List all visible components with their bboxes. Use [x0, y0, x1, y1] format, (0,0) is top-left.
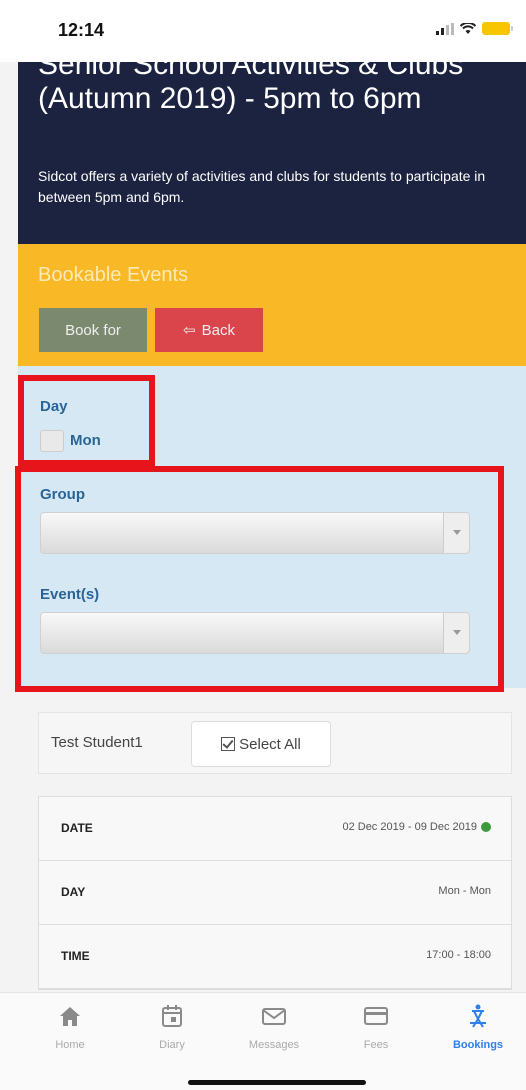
table-row: TIME 17:00 - 18:00 [39, 925, 511, 989]
info-key: TIME [61, 949, 90, 963]
battery-icon [482, 22, 513, 35]
status-icons [436, 22, 513, 35]
bookings-icon [470, 1004, 486, 1028]
status-bar: 12:14 [0, 0, 526, 62]
activity-header: Senior School Activities & Clubs (Autumn… [18, 62, 526, 244]
info-key: DATE [61, 821, 93, 835]
select-all-button[interactable]: Select All [191, 721, 331, 767]
group-events-highlight-box [15, 466, 504, 692]
info-value: 17:00 - 18:00 [426, 949, 491, 961]
event-info-table: DATE 02 Dec 2019 - 09 Dec 2019 DAY Mon -… [38, 796, 512, 990]
info-value: 02 Dec 2019 - 09 Dec 2019 [342, 821, 477, 833]
book-for-button[interactable]: Book for [39, 308, 147, 352]
wifi-icon [460, 22, 476, 34]
tab-diary[interactable]: Diary [122, 1003, 222, 1051]
page-title: Senior School Activities & Clubs (Autumn… [38, 62, 464, 115]
bookable-events-title: Bookable Events [38, 264, 189, 286]
home-indicator [188, 1080, 366, 1085]
tab-bookings[interactable]: Bookings [428, 1003, 526, 1051]
tab-label: Home [55, 1039, 85, 1051]
info-key: DAY [61, 885, 86, 899]
tab-label: Fees [363, 1039, 389, 1051]
status-dot-icon [481, 822, 491, 832]
status-time: 12:14 [58, 20, 105, 40]
tab-label: Bookings [452, 1039, 504, 1051]
checkbox-icon [221, 737, 236, 751]
tab-messages[interactable]: Messages [224, 1003, 324, 1051]
tab-label: Messages [248, 1039, 300, 1051]
page-description: Sidcot offers a variety of activities an… [38, 168, 486, 205]
student-name: Test Student1 [51, 734, 143, 751]
tab-home[interactable]: Home [20, 1003, 120, 1051]
tab-fees[interactable]: Fees [326, 1003, 426, 1051]
student-bar: Test Student1 Select All [38, 712, 512, 774]
envelope-icon [262, 1008, 286, 1025]
home-icon [60, 1007, 80, 1026]
info-value: Mon - Mon [438, 885, 491, 897]
info-value-wrap: 02 Dec 2019 - 09 Dec 2019 [342, 821, 491, 833]
bottom-tab-bar: Home Diary Messages Fees Bookings [0, 992, 526, 1090]
table-row: DAY Mon - Mon [39, 861, 511, 925]
back-button-label: Back [201, 321, 235, 339]
select-all-label: Select All [239, 735, 301, 753]
back-button[interactable]: ⇦ Back [155, 308, 263, 352]
table-row: DATE 02 Dec 2019 - 09 Dec 2019 [39, 797, 511, 861]
calendar-icon [162, 1005, 182, 1027]
signal-icon [436, 22, 454, 35]
credit-card-icon [364, 1007, 388, 1025]
day-highlight-box [18, 375, 155, 466]
back-arrow-icon: ⇦ [183, 322, 196, 339]
tab-label: Diary [159, 1039, 185, 1051]
bookable-events-panel: Bookable Events Book for ⇦ Back [18, 244, 526, 366]
